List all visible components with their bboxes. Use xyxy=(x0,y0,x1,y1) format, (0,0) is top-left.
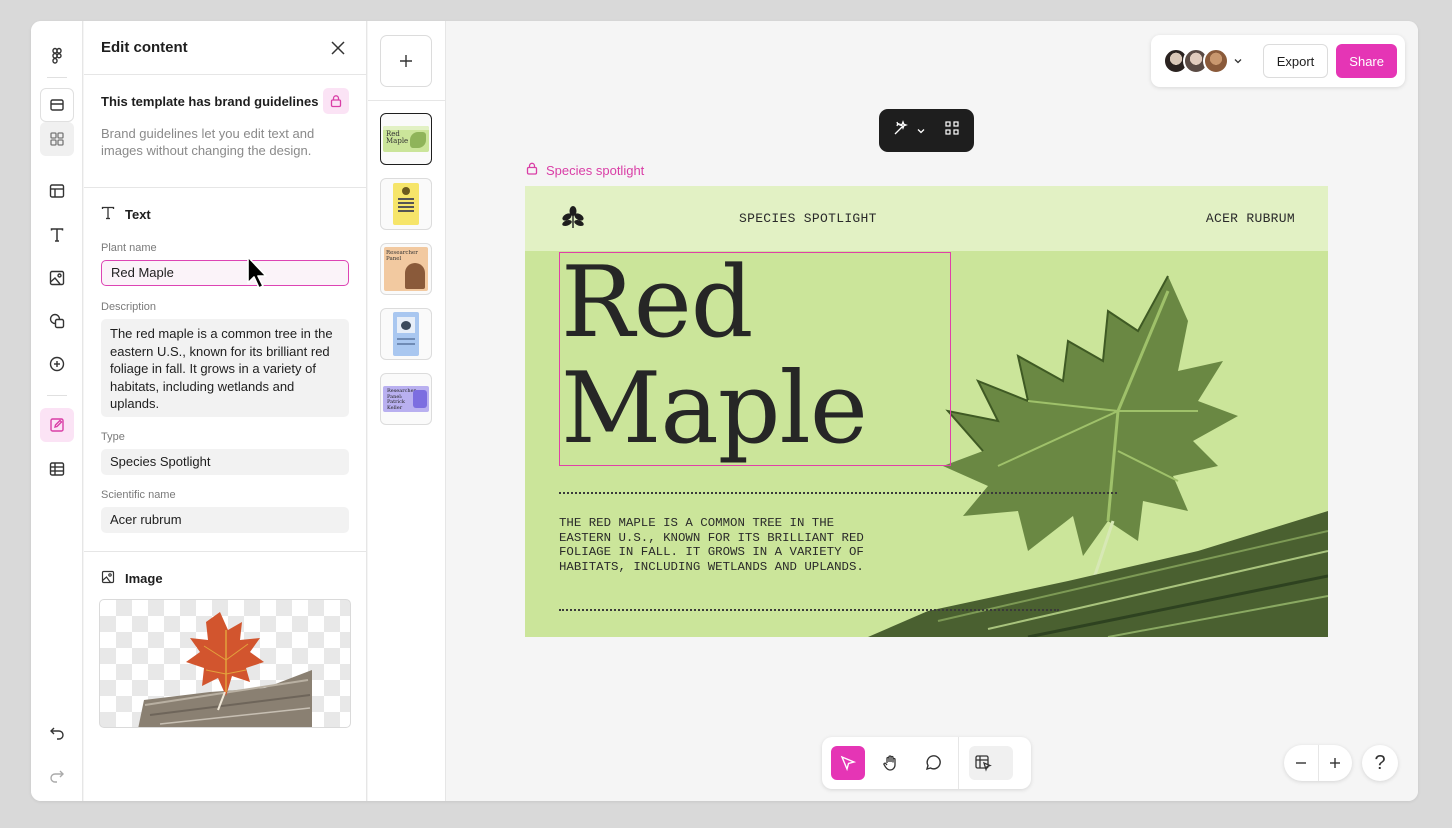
floating-toolbar xyxy=(879,109,974,152)
ai-wand-icon[interactable] xyxy=(893,120,909,141)
dev-mode-toggle[interactable] xyxy=(969,746,1014,780)
type-label: Type xyxy=(101,430,125,443)
single-page-view-icon[interactable] xyxy=(40,88,74,122)
brand-guidelines-section: This template has brand guidelines Brand… xyxy=(84,88,366,188)
text-tool-icon[interactable] xyxy=(40,218,74,252)
bottom-toolbar xyxy=(822,737,1031,789)
species-spotlight-frame[interactable]: SPECIES SPOTLIGHT ACER RUBRUM Red Maple … xyxy=(525,186,1328,637)
panel-title: Edit content xyxy=(101,39,188,56)
pages-strip: Red Maple Researcher Panel Researcher Pa… xyxy=(368,21,446,801)
table-icon[interactable] xyxy=(40,452,74,486)
move-tool-icon[interactable] xyxy=(831,746,865,780)
lock-icon[interactable] xyxy=(323,88,349,114)
edit-content-icon[interactable] xyxy=(40,408,74,442)
brand-guidelines-title: This template has brand guidelines xyxy=(101,93,319,109)
description-field[interactable]: The red maple is a common tree in the ea… xyxy=(101,319,349,417)
grid-view-icon[interactable] xyxy=(40,122,74,156)
comment-tool-icon[interactable] xyxy=(917,746,951,780)
export-button[interactable]: Export xyxy=(1262,44,1329,78)
thumbnail-title: Red Maple xyxy=(386,130,409,145)
thumbnail-title: Researcher Panel: Patrick Keller xyxy=(387,388,416,411)
zoom-controls xyxy=(1284,745,1352,781)
chevron-down-icon[interactable] xyxy=(1234,52,1242,70)
image-section-title: Image xyxy=(125,571,163,586)
image-tool-icon[interactable] xyxy=(40,261,74,295)
mouse-cursor-icon xyxy=(247,256,267,289)
dotted-divider xyxy=(559,492,1117,494)
hand-tool-icon[interactable] xyxy=(874,746,908,780)
help-button[interactable]: ? xyxy=(1362,745,1398,781)
page-thumbnail-2[interactable] xyxy=(380,178,432,230)
avatar[interactable] xyxy=(1203,48,1229,74)
dotted-divider xyxy=(559,609,1059,611)
close-icon[interactable] xyxy=(327,37,349,59)
table-cursor-icon xyxy=(975,755,993,772)
scientific-name-field[interactable]: Acer rubrum xyxy=(101,506,349,533)
undo-icon[interactable] xyxy=(40,715,74,749)
chevron-down-icon[interactable] xyxy=(917,122,925,140)
edit-content-panel: Edit content This template has brand gui… xyxy=(84,21,367,801)
frame-label-text: Species spotlight xyxy=(546,162,645,178)
zoom-out-button[interactable] xyxy=(1284,745,1318,781)
page-thumbnail-3[interactable]: Researcher Panel xyxy=(380,243,432,295)
plant-name-label: Plant name xyxy=(101,242,157,254)
text-icon xyxy=(101,206,115,223)
page-thumbnail-5[interactable]: Researcher Panel: Patrick Keller xyxy=(380,373,432,425)
thumbnail-title: Researcher Panel xyxy=(386,250,418,262)
image-preview[interactable] xyxy=(99,599,351,728)
description-label: Description xyxy=(101,301,157,313)
shapes-icon[interactable] xyxy=(40,304,74,338)
page-thumbnail-1[interactable]: Red Maple xyxy=(380,113,432,165)
canvas[interactable]: Export Share Species spotlight SPECIES S… xyxy=(447,21,1418,801)
add-page-button[interactable] xyxy=(380,35,432,87)
frame-label[interactable]: Species spotlight xyxy=(526,162,644,178)
frame-kicker-right: ACER RUBRUM xyxy=(1205,211,1295,226)
selection-box xyxy=(559,252,951,466)
grid-dots-icon[interactable] xyxy=(944,120,960,141)
text-section-title: Text xyxy=(125,207,151,222)
lock-icon xyxy=(526,162,538,178)
figma-logo-icon[interactable] xyxy=(40,39,74,73)
type-field[interactable]: Species Spotlight xyxy=(101,448,349,475)
image-section: Image xyxy=(84,552,366,728)
top-toolbar: Export Share xyxy=(1151,35,1405,87)
collaborator-avatars[interactable] xyxy=(1163,48,1242,74)
image-icon xyxy=(101,570,115,587)
frame-kicker-left: SPECIES SPOTLIGHT xyxy=(739,211,877,226)
page-thumbnail-4[interactable] xyxy=(380,308,432,360)
zoom-in-button[interactable] xyxy=(1319,745,1353,781)
share-button[interactable]: Share xyxy=(1336,44,1397,78)
text-section: Text Plant name Red Maple Description Th… xyxy=(84,188,366,552)
brand-guidelines-description: Brand guidelines let you edit text and i… xyxy=(101,126,315,158)
frame-body-text[interactable]: THE RED MAPLE IS A COMMON TREE IN THE EA… xyxy=(559,516,879,574)
left-rail xyxy=(31,21,83,801)
plant-name-field[interactable]: Red Maple xyxy=(101,260,349,286)
redo-icon[interactable] xyxy=(40,758,74,792)
scientific-name-label: Scientific name xyxy=(101,488,176,501)
add-plugin-icon[interactable] xyxy=(40,347,74,381)
layout-icon[interactable] xyxy=(40,174,74,208)
app-window: Edit content This template has brand gui… xyxy=(31,21,1418,801)
